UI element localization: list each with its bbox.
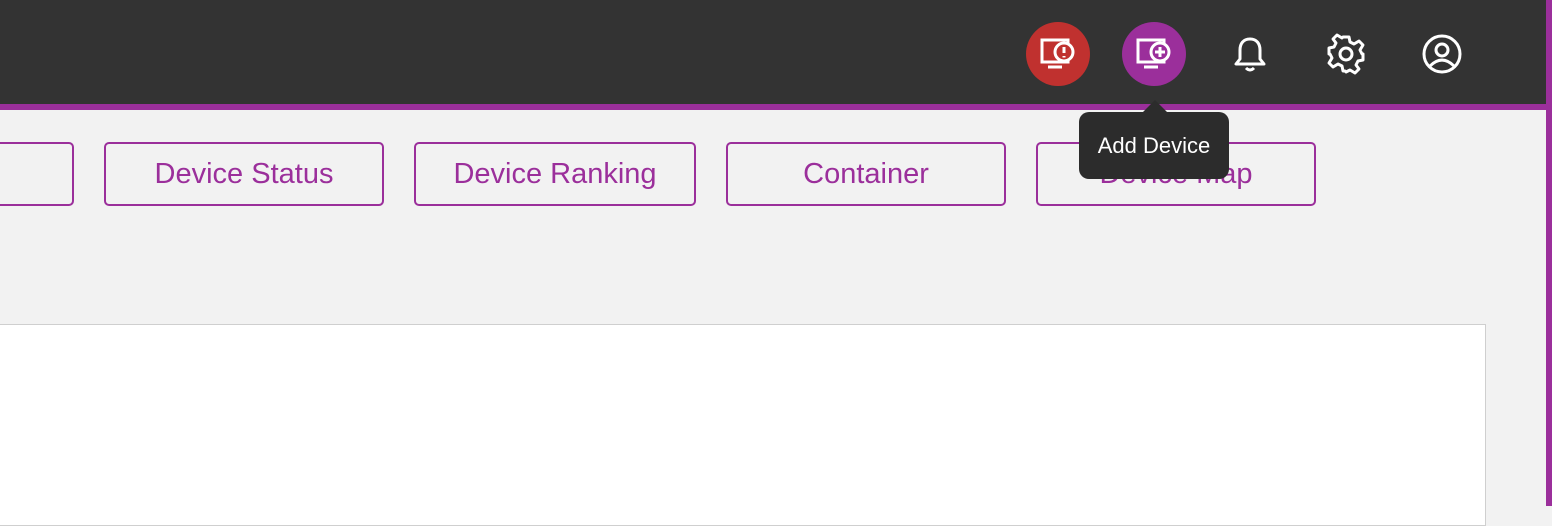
gear-icon[interactable]	[1314, 22, 1378, 86]
add-device-icon[interactable]	[1122, 22, 1186, 86]
right-accent-border	[1546, 0, 1552, 506]
nav-tab-partial[interactable]	[0, 142, 74, 206]
add-device-tooltip: Add Device	[1079, 100, 1229, 179]
top-bar	[0, 0, 1546, 110]
tab-container[interactable]: Container	[726, 142, 1006, 206]
tab-device-status[interactable]: Device Status	[104, 142, 384, 206]
content-panel	[0, 324, 1486, 526]
device-alert-icon[interactable]	[1026, 22, 1090, 86]
user-icon[interactable]	[1410, 22, 1474, 86]
bell-icon[interactable]	[1218, 22, 1282, 86]
tab-device-ranking[interactable]: Device Ranking	[414, 142, 696, 206]
